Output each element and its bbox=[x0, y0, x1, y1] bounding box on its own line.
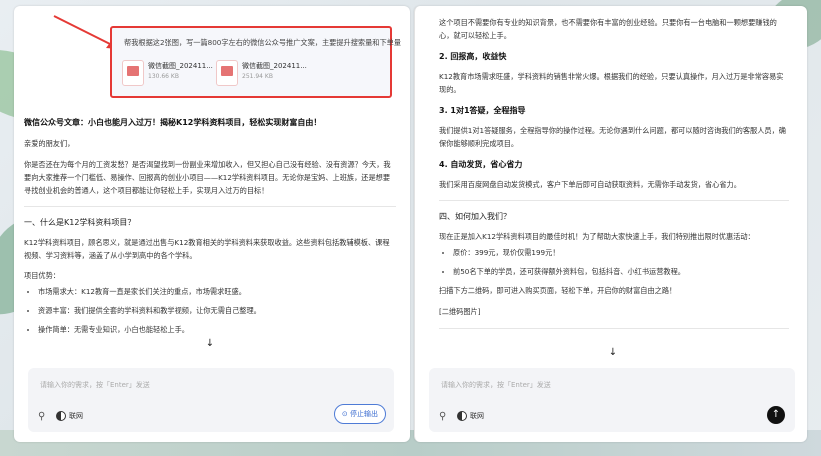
attach-icon[interactable]: ⚲ bbox=[439, 411, 446, 422]
image-file-icon bbox=[216, 60, 238, 86]
toggle-icon bbox=[56, 411, 66, 421]
user-message-text: 帮我根据这2张图，写一篇800字左右的微信公众号推广文案，主要提升搜索量和下单量 bbox=[124, 38, 402, 47]
point-title: 2. 回报高，收益快 bbox=[439, 52, 507, 61]
stop-icon: ⊙ bbox=[341, 410, 348, 418]
advantages-list: 市场需求大：K12教育一直是家长们关注的重点，市场需求旺盛。 资源丰富：我们提供… bbox=[24, 285, 396, 336]
web-search-label: 联网 bbox=[470, 412, 484, 420]
stop-output-label: 停止输出 bbox=[350, 410, 378, 418]
attachment-name: 微信截图_202411... bbox=[242, 62, 307, 70]
right-chat-panel: 这个项目不需要你有专业的知识背景，也不需要你有丰富的创业经验。只要你有一台电脑和… bbox=[414, 6, 807, 442]
section-paragraph: K12学科资料项目，顾名思义，就是通过出售与K12教育相关的学科资料来获取收益。… bbox=[24, 238, 390, 260]
list-item: 原价：399元，现价仅需199元！ bbox=[453, 246, 789, 259]
advantages-label: 项目优势： bbox=[24, 271, 60, 280]
list-item: 操作简单：无需专业知识，小白也能轻松上手。 bbox=[38, 323, 396, 336]
scroll-down-icon[interactable]: ↓ bbox=[605, 345, 621, 361]
divider bbox=[24, 206, 396, 207]
divider bbox=[439, 328, 789, 329]
list-item: 前50名下单的学员，还可获得额外资料包，包括抖音、小红书运营教程。 bbox=[453, 265, 789, 278]
attachment[interactable]: 微信截图_202411... 251.94 KB bbox=[216, 58, 307, 86]
chat-input[interactable]: 请输入你的需求，按「Enter」发送 ⚲ 联网 ↑ bbox=[429, 368, 795, 432]
input-placeholder: 请输入你的需求，按「Enter」发送 bbox=[441, 381, 551, 389]
image-file-icon bbox=[122, 60, 144, 86]
web-search-label: 联网 bbox=[69, 412, 83, 420]
divider bbox=[439, 200, 789, 201]
article-title: 微信公众号文章：小白也能月入过万！揭秘K12学科资料项目，轻松实现财富自由！ bbox=[24, 118, 322, 127]
list-item: 市场需求大：K12教育一直是家长们关注的重点，市场需求旺盛。 bbox=[38, 285, 396, 298]
stop-output-button[interactable]: ⊙ 停止输出 bbox=[333, 404, 386, 424]
attach-icon[interactable]: ⚲ bbox=[38, 411, 45, 422]
arrow-up-icon: ↑ bbox=[771, 409, 781, 420]
scroll-down-icon[interactable]: ↓ bbox=[202, 336, 218, 352]
point-body: 我们采用百度网盘自动发货模式，客户下单后即可自动获取资料，无需你手动发货，省心省… bbox=[439, 180, 741, 189]
qr-code-placeholder: [二维码图片] bbox=[439, 307, 481, 316]
attachment-size: 130.66 KB bbox=[148, 73, 179, 80]
web-search-toggle[interactable]: 联网 bbox=[56, 411, 83, 421]
point-title: 4. 自动发货，省心省力 bbox=[439, 160, 523, 169]
paragraph: 这个项目不需要你有专业的知识背景，也不需要你有丰富的创业经验。只要你有一台电脑和… bbox=[439, 18, 777, 40]
assistant-response: 这个项目不需要你有专业的知识背景，也不需要你有丰富的创业经验。只要你有一台电脑和… bbox=[439, 16, 789, 338]
section-paragraph: 现在正是加入K12学科资料项目的最佳时机！为了帮助大家快速上手，我们特别推出限时… bbox=[439, 232, 755, 241]
attachment-name: 微信截图_202411... bbox=[148, 62, 213, 70]
call-to-action: 扫描下方二维码，即可进入购买页面，轻松下单，开启你的财富自由之路！ bbox=[439, 286, 677, 295]
point-body: 我们提供1对1答疑服务，全程指导你的操作过程。无论你遇到什么问题，都可以随时咨询… bbox=[439, 126, 786, 148]
left-chat-panel: 帮我根据这2张图，写一篇800字左右的微信公众号推广文案，主要提升搜索量和下单量… bbox=[14, 6, 410, 442]
send-button[interactable]: ↑ bbox=[767, 406, 785, 424]
toggle-icon bbox=[457, 411, 467, 421]
attachment[interactable]: 微信截图_202411... 130.66 KB bbox=[122, 58, 213, 86]
chat-input[interactable]: 请输入你的需求，按「Enter」发送 ⚲ 联网 ⊙ 停止输出 bbox=[28, 368, 394, 432]
point-title: 3. 1对1答疑，全程指导 bbox=[439, 106, 526, 115]
user-message-bubble: 帮我根据这2张图，写一篇800字左右的微信公众号推广文案，主要提升搜索量和下单量… bbox=[110, 26, 401, 98]
section-heading: 四、如何加入我们？ bbox=[439, 212, 511, 221]
greeting: 亲爱的朋友们， bbox=[24, 139, 75, 148]
attachment-size: 251.94 KB bbox=[242, 73, 273, 80]
intro-paragraph: 你是否还在为每个月的工资发愁？是否渴望找到一份副业来增加收入，但又担心自己没有经… bbox=[24, 160, 391, 195]
offers-list: 原价：399元，现价仅需199元！ 前50名下单的学员，还可获得额外资料包，包括… bbox=[439, 246, 789, 278]
assistant-response: 微信公众号文章：小白也能月入过万！揭秘K12学科资料项目，轻松实现财富自由！ 亲… bbox=[24, 116, 396, 342]
point-body: K12教育市场需求旺盛，学科资料的销售非常火爆。根据我们的经验，只要认真操作，月… bbox=[439, 72, 784, 94]
list-item: 资源丰富：我们提供全套的学科资料和教学视频，让你无需自己整理。 bbox=[38, 304, 396, 317]
section-heading: 一、什么是K12学科资料项目？ bbox=[24, 218, 136, 227]
input-placeholder: 请输入你的需求，按「Enter」发送 bbox=[40, 381, 150, 389]
web-search-toggle[interactable]: 联网 bbox=[457, 411, 484, 421]
